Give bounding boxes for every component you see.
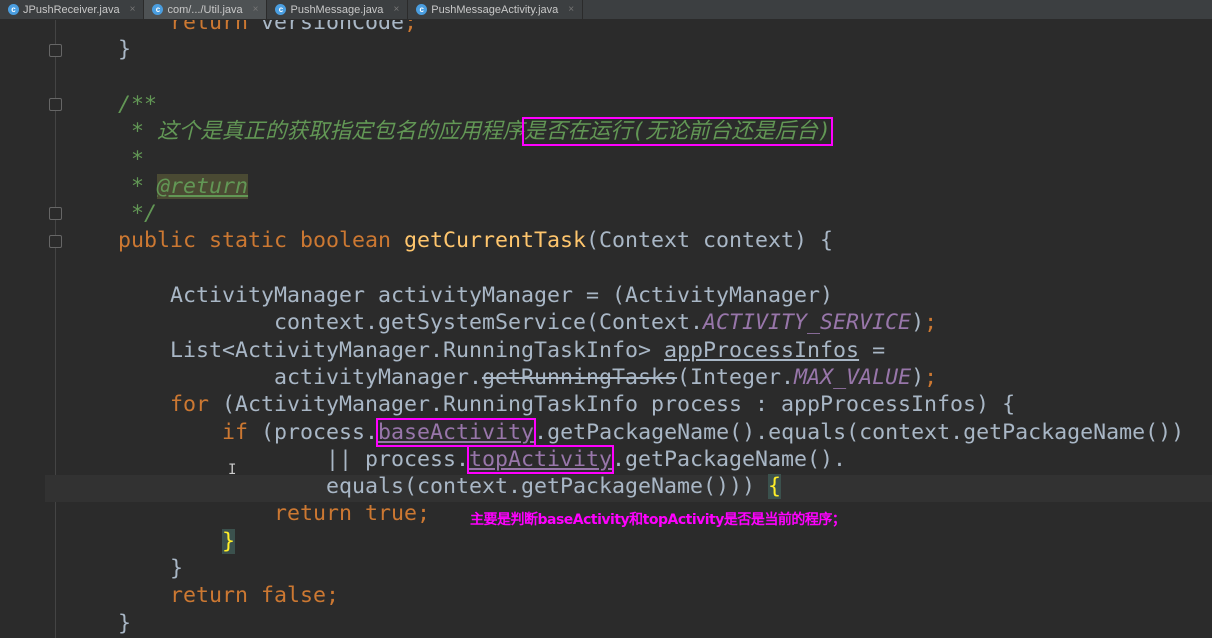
tab-label: JPushReceiver.java	[23, 3, 120, 16]
tab-label: PushMessageActivity.java	[431, 3, 559, 16]
code-token: }	[118, 610, 132, 636]
code-token: .getPackageName().	[612, 446, 847, 472]
highlighted-token: 是否在运行(无论前台还是后台)	[522, 117, 833, 147]
code-token: }	[170, 556, 184, 581]
class-file-icon: c	[416, 4, 428, 15]
code-token: public static boolean	[118, 228, 405, 254]
highlighted-token: baseActivity	[376, 417, 537, 447]
fold-icon[interactable]	[49, 44, 62, 57]
close-icon[interactable]: ×	[253, 4, 259, 15]
code-token: getCurrentTask	[404, 228, 587, 254]
code-token: for	[170, 392, 223, 418]
code-token: List<ActivityManager.RunningTaskInfo>	[170, 337, 665, 363]
tab-jpushreceiver-java[interactable]: c JPushReceiver.java ×	[0, 0, 145, 19]
code-token: return false	[170, 583, 327, 609]
code-token: ;	[924, 310, 938, 336]
code-line: activityManager.getRunningTasks(Integer.…	[66, 364, 937, 391]
code-token: * 这个是真正的获取指定包名的应用程序	[131, 119, 525, 145]
code-token: )	[911, 310, 925, 336]
code-line: }	[66, 36, 131, 63]
code-line: /**	[66, 91, 157, 118]
code-token: MAX_VALUE	[794, 364, 912, 390]
fold-icon[interactable]	[49, 207, 62, 220]
indent-guide	[55, 20, 56, 638]
editor-gutter	[0, 0, 62, 638]
close-icon[interactable]: ×	[130, 4, 136, 15]
code-token: appProcessInfos	[664, 337, 860, 363]
tab-com-util-java[interactable]: c com/.../Util.java ×	[144, 0, 268, 19]
code-line: }	[66, 528, 236, 555]
code-line: ActivityManager activityManager = (Activ…	[66, 282, 833, 309]
code-token: return true	[274, 501, 418, 527]
code-token: if	[222, 419, 262, 445]
code-line: public static boolean getCurrentTask(Con…	[66, 227, 833, 254]
code-line: * @return	[66, 173, 249, 200]
code-line: */	[66, 200, 157, 227]
tab-pushmessageactivity-java[interactable]: c PushMessageActivity.java ×	[408, 0, 584, 19]
code-token: (ActivityManager.RunningTaskInfo process…	[222, 392, 1016, 418]
tab-pushmessage-java[interactable]: c PushMessage.java ×	[267, 0, 409, 19]
fold-icon[interactable]	[49, 235, 62, 248]
code-line: || process.topActivity.getPackageName().	[66, 444, 847, 474]
code-line: List<ActivityManager.RunningTaskInfo> ap…	[66, 337, 885, 364]
code-token: context.getSystemService(Context.	[274, 310, 704, 336]
code-token: (Context context) {	[586, 228, 834, 254]
code-token: ;	[417, 501, 431, 527]
close-icon[interactable]: ×	[393, 4, 399, 15]
code-token: }	[222, 528, 236, 554]
code-token: *	[131, 146, 145, 172]
code-token: activityManager.	[274, 364, 483, 390]
code-token: }	[118, 37, 132, 63]
code-line: context.getSystemService(Context.ACTIVIT…	[66, 309, 937, 336]
code-token: getRunningTasks	[482, 364, 678, 390]
code-line: return false;	[66, 582, 339, 609]
highlighted-token: topActivity	[467, 444, 615, 474]
tab-label: PushMessage.java	[290, 3, 384, 16]
code-token: (Integer.	[677, 364, 795, 390]
tab-label: com/.../Util.java	[167, 3, 243, 16]
code-line: if (process.baseActivity.getPackageName(…	[66, 417, 1185, 447]
code-line: for (ActivityManager.RunningTaskInfo pro…	[66, 391, 1015, 418]
code-line: equals(context.getPackageName())) {	[66, 473, 782, 500]
annotation-note: 主要是判断baseActivity和topActivity是否是当前的程序；	[470, 512, 846, 528]
code-token: (process.	[261, 419, 379, 445]
code-line: * 这个是真正的获取指定包名的应用程序是否在运行(无论前台还是后台)	[66, 117, 833, 147]
code-token: equals(context.getPackageName()))	[326, 474, 769, 500]
editor-tab-bar: c JPushReceiver.java × c com/.../Util.java × c…	[0, 0, 1212, 20]
code-token: || process.	[326, 446, 470, 472]
code-token: @return	[157, 173, 249, 199]
code-token: )	[911, 364, 925, 390]
fold-icon[interactable]	[49, 98, 62, 111]
code-line: }	[66, 610, 131, 637]
code-token: ;	[326, 583, 340, 609]
code-line: }	[66, 555, 183, 582]
class-file-icon: c	[8, 4, 19, 15]
code-token: ;	[924, 364, 938, 390]
code-token: */	[131, 201, 158, 227]
code-token: /**	[118, 91, 158, 117]
text-cursor-icon: I	[228, 462, 237, 478]
code-token: =	[859, 337, 886, 363]
code-token: ACTIVITY_SERVICE	[703, 310, 912, 336]
class-file-icon: c	[152, 4, 164, 15]
code-token: *	[131, 173, 158, 199]
code-token: {	[768, 474, 782, 500]
close-icon[interactable]: ×	[568, 4, 574, 15]
code-line: return true;	[66, 500, 430, 527]
code-token: ActivityManager activityManager = (Activ…	[170, 283, 834, 308]
class-file-icon: c	[275, 4, 287, 15]
code-line: *	[66, 146, 144, 173]
code-token: .getPackageName().equals(context.getPack…	[534, 419, 1185, 445]
